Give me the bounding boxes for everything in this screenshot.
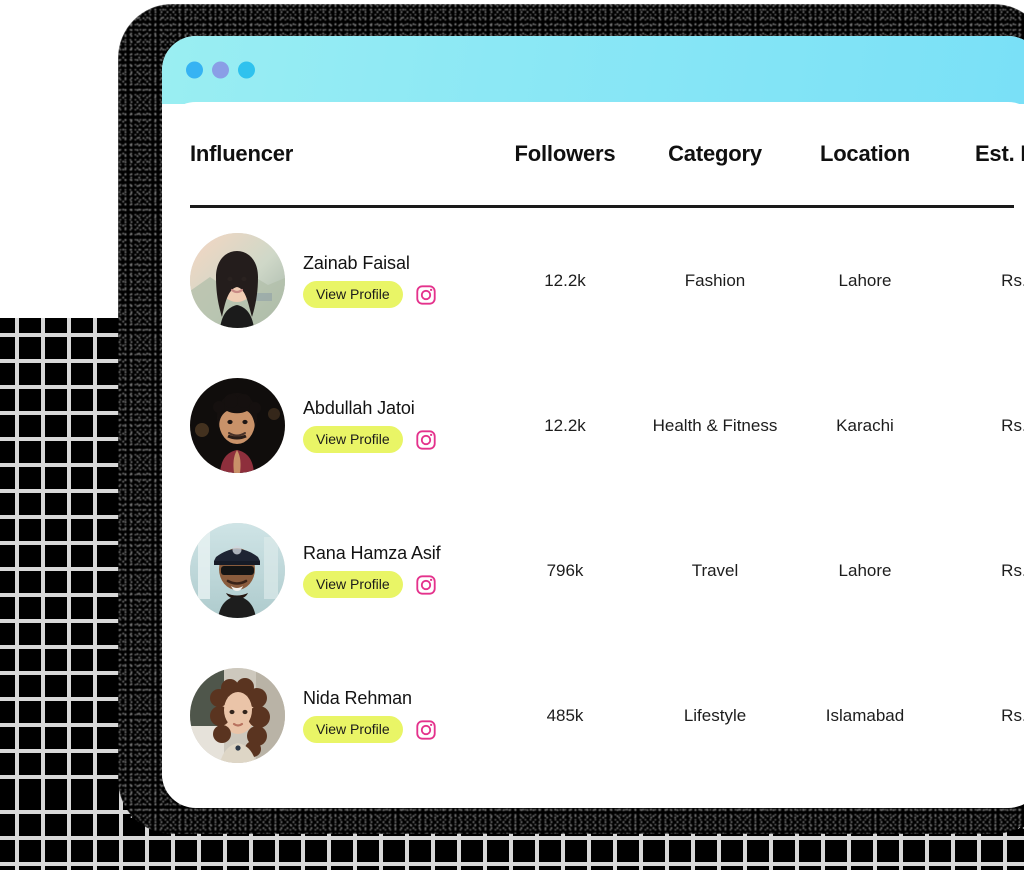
influencer-actions: View Profile [303, 571, 441, 598]
column-header-influencer[interactable]: Influencer [190, 141, 490, 167]
table-row[interactable]: Abdullah Jatoi View Profile 12.2k Health… [190, 353, 1024, 498]
location-value: Karachi [836, 415, 894, 435]
screenshot-stage: Influencer Followers Category Location E… [0, 0, 1024, 870]
influencer-cell: Nida Rehman View Profile [190, 668, 490, 763]
influencer-info: Abdullah Jatoi View Profile [303, 398, 437, 453]
instagram-icon[interactable] [415, 284, 437, 306]
influencer-name: Rana Hamza Asif [303, 543, 441, 563]
close-dot[interactable] [186, 61, 203, 79]
avatar-nida-rehman[interactable] [190, 668, 285, 763]
influencer-actions: View Profile [303, 426, 437, 453]
instagram-icon[interactable] [415, 429, 437, 451]
browser-window: Influencer Followers Category Location E… [162, 36, 1024, 808]
influencer-cell: Rana Hamza Asif View Profile [190, 523, 490, 618]
category-value: Health & Fitness [652, 415, 778, 435]
instagram-icon[interactable] [415, 574, 437, 596]
column-header-category[interactable]: Category [640, 141, 790, 167]
browser-titlebar [162, 36, 1024, 104]
column-header-price[interactable]: Est. Price / [940, 141, 1024, 167]
followers-value: 12.2k [544, 270, 586, 290]
view-profile-button[interactable]: View Profile [303, 281, 403, 308]
table-row[interactable]: Zainab Faisal View Profile 12.2k Fashion… [190, 208, 1024, 353]
instagram-icon[interactable] [415, 719, 437, 741]
price-value: Rs. 20k [1001, 705, 1024, 725]
window-controls[interactable] [186, 61, 255, 79]
influencer-actions: View Profile [303, 716, 437, 743]
view-profile-button[interactable]: View Profile [303, 426, 403, 453]
influencer-info: Rana Hamza Asif View Profile [303, 543, 441, 598]
maximize-dot[interactable] [238, 61, 255, 79]
followers-value: 12.2k [544, 415, 586, 435]
influencer-table: Influencer Followers Category Location E… [190, 102, 1024, 788]
influencer-cell: Abdullah Jatoi View Profile [190, 378, 490, 473]
category-value: Fashion [684, 270, 746, 290]
influencer-cell: Zainab Faisal View Profile [190, 233, 490, 328]
content-sheet: Influencer Followers Category Location E… [162, 102, 1024, 806]
influencer-name: Abdullah Jatoi [303, 398, 415, 418]
view-profile-button[interactable]: View Profile [303, 716, 403, 743]
influencer-name: Zainab Faisal [303, 253, 410, 273]
category-value: Lifestyle [683, 705, 747, 725]
price-value: Rs. 18k [1001, 415, 1024, 435]
table-row[interactable]: Rana Hamza Asif View Profile 796k Travel… [190, 498, 1024, 643]
influencer-info: Zainab Faisal View Profile [303, 253, 437, 308]
column-header-location[interactable]: Location [790, 141, 940, 167]
category-value: Travel [691, 560, 739, 580]
avatar-rana-hamza-asif[interactable] [190, 523, 285, 618]
table-header-row: Influencer Followers Category Location E… [190, 102, 1024, 208]
view-profile-button[interactable]: View Profile [303, 571, 403, 598]
column-header-followers[interactable]: Followers [490, 141, 640, 167]
avatar-abdullah-jatoi[interactable] [190, 378, 285, 473]
location-value: Lahore [838, 560, 892, 580]
location-value: Lahore [838, 270, 892, 290]
avatar-zainab-faisal[interactable] [190, 233, 285, 328]
location-value: Islamabad [825, 705, 905, 725]
influencer-name: Nida Rehman [303, 688, 412, 708]
followers-value: 485k [546, 705, 584, 725]
influencer-actions: View Profile [303, 281, 437, 308]
table-row[interactable]: Nida Rehman View Profile 485k Lifestyle … [190, 643, 1024, 788]
price-value: Rs. 12k [1001, 270, 1024, 290]
influencer-info: Nida Rehman View Profile [303, 688, 437, 743]
minimize-dot[interactable] [212, 61, 229, 79]
followers-value: 796k [546, 560, 584, 580]
price-value: Rs. 35k [1001, 560, 1024, 580]
